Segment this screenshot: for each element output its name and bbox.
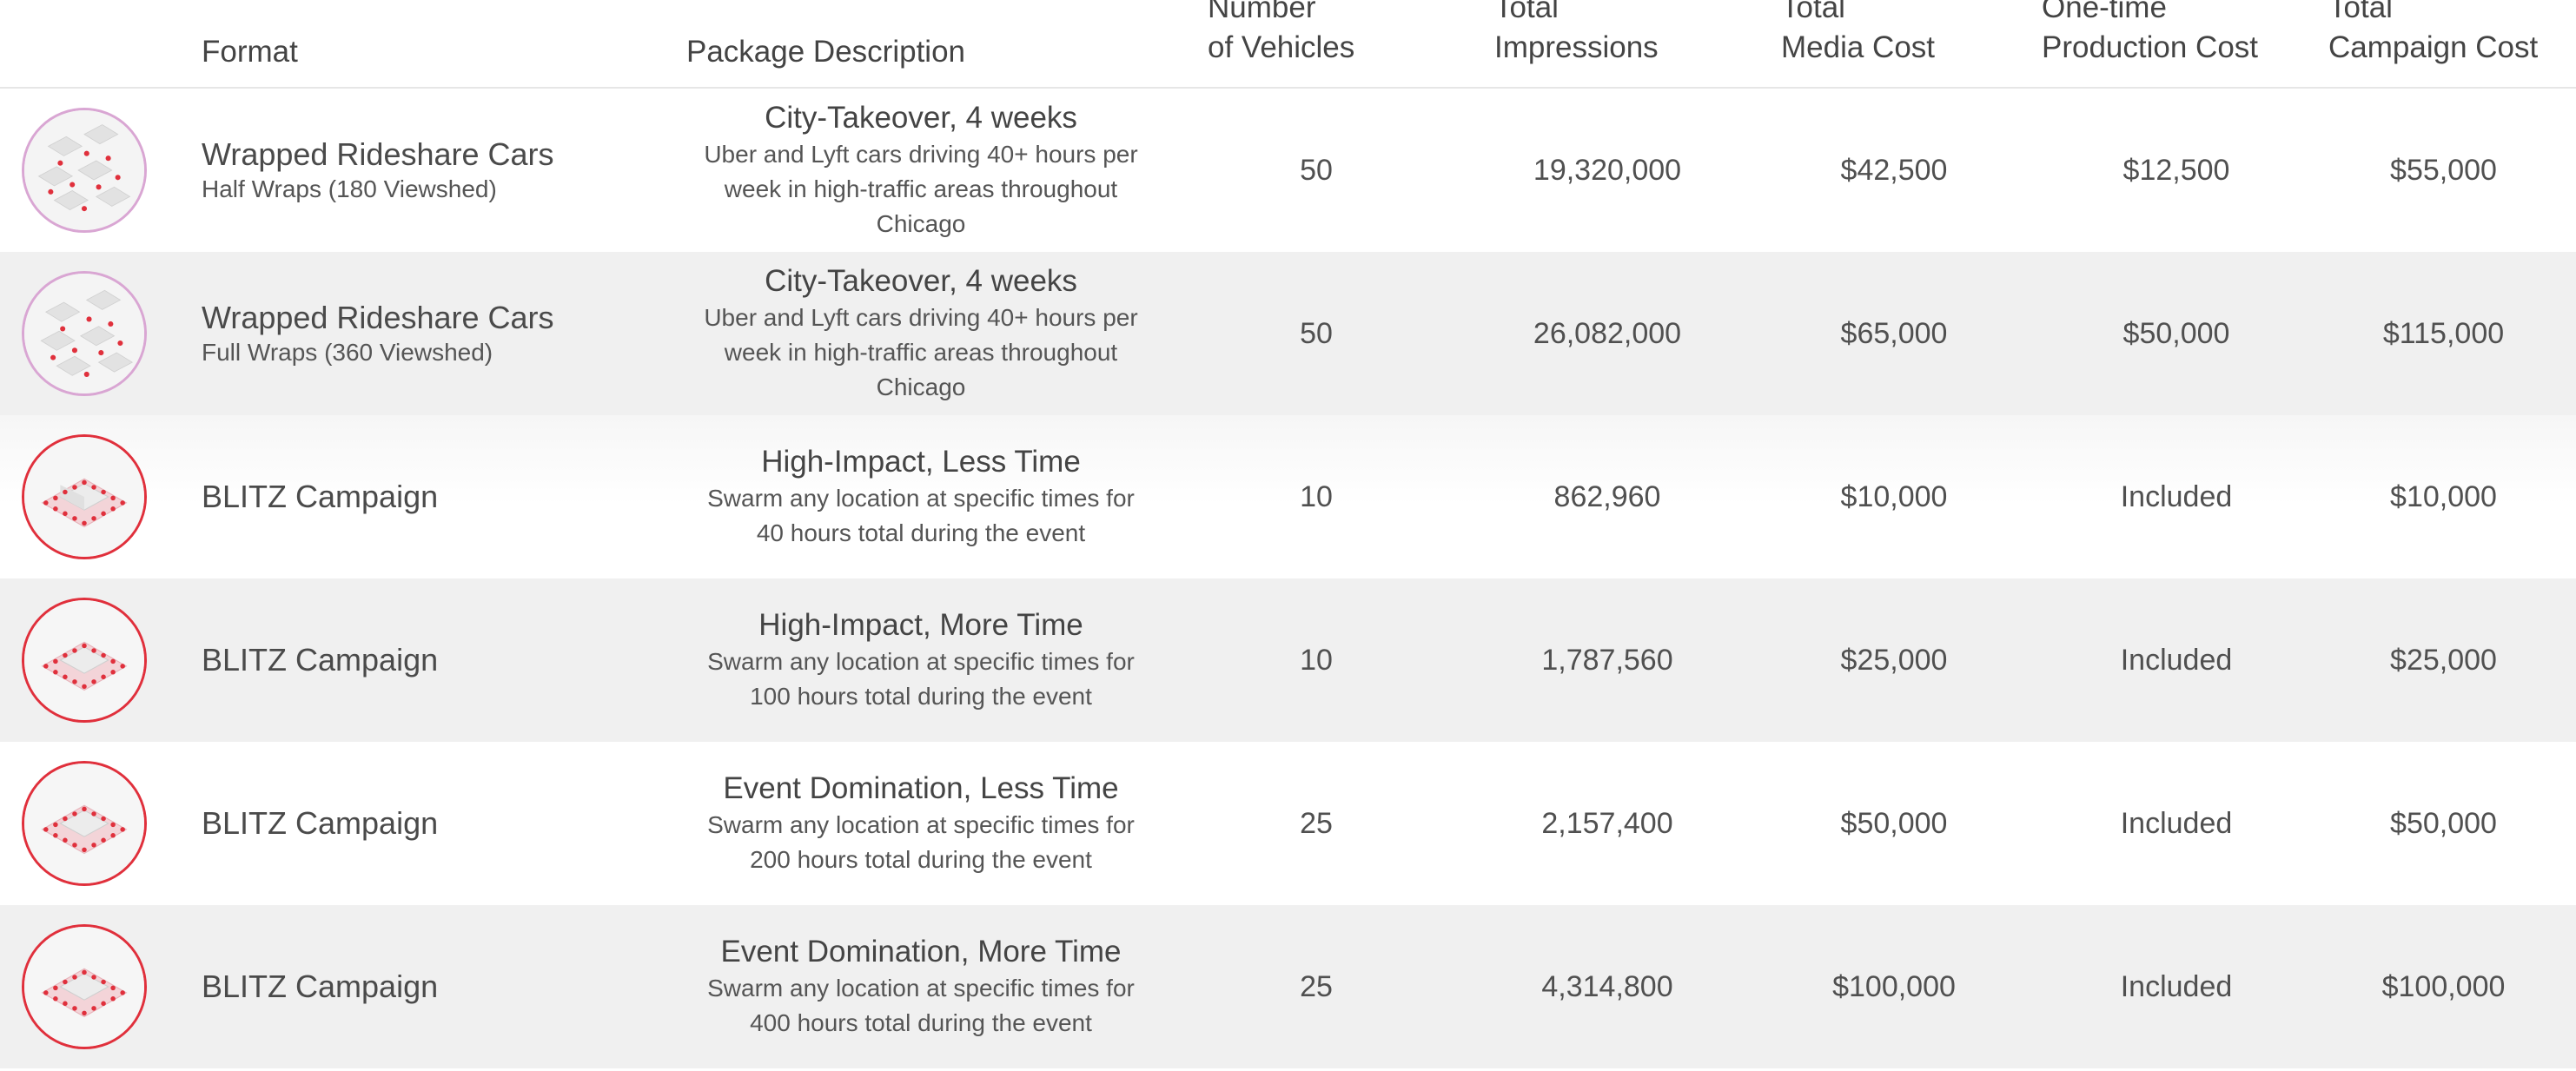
package-desc-line: Chicago [876, 210, 966, 237]
table-row: Wrapped Rideshare Cars Half Wraps (180 V… [0, 89, 2576, 252]
header-impressions: Total Impressions [1494, 0, 1659, 64]
vehicles-cell: 25 [1300, 806, 1333, 840]
package-desc-line: 100 hours total during the event [750, 683, 1092, 710]
impressions-cell: 862,960 [1553, 479, 1661, 513]
table-row: BLITZ Campaign Event Domination, Less Ti… [0, 742, 2576, 905]
package-cell: High-Impact, More Time Swarm any locatio… [686, 578, 1156, 742]
header-format: Format [202, 35, 298, 69]
campaign-cost-cell: $55,000 [2390, 153, 2497, 187]
table-row: BLITZ Campaign Event Domination, More Ti… [0, 905, 2576, 1068]
header-campaign-cost: Total Campaign Cost [2328, 0, 2539, 64]
package-cell: City-Takeover, 4 weeks Uber and Lyft car… [686, 252, 1156, 415]
package-desc-line: Swarm any location at specific times for [707, 648, 1135, 675]
package-desc-line: Uber and Lyft cars driving 40+ hours per [704, 304, 1138, 331]
format-cell: BLITZ Campaign [202, 415, 438, 578]
package-desc-line: week in high-traffic areas throughout [724, 339, 1118, 366]
header-production-cost: One-time Production Cost [2042, 0, 2259, 64]
blitz-swarm-icon [22, 434, 147, 559]
blitz-swarm-icon [22, 761, 147, 886]
header-package: Package Description [686, 35, 965, 69]
impressions-cell: 26,082,000 [1533, 316, 1682, 350]
format-cell: BLITZ Campaign [202, 905, 438, 1068]
header-vehicles: Number of Vehicles [1208, 0, 1355, 64]
package-cell: High-Impact, Less Time Swarm any locatio… [686, 415, 1156, 578]
vehicles-cell: 10 [1300, 479, 1333, 513]
vehicles-cell: 10 [1300, 643, 1333, 677]
campaign-cost-cell: $25,000 [2390, 643, 2497, 677]
impressions-cell: 19,320,000 [1533, 153, 1682, 187]
media-cost-cell: $25,000 [1840, 643, 1948, 677]
format-name: BLITZ Campaign [202, 969, 439, 1004]
package-title: High-Impact, More Time [758, 608, 1083, 642]
table-row: BLITZ Campaign High-Impact, Less Time Sw… [0, 415, 2576, 578]
header-media-cost: Total Media Cost [1781, 0, 1936, 64]
format-name: BLITZ Campaign [202, 479, 439, 514]
pricing-table: Format Package Description Number of Veh… [0, 0, 2576, 1071]
media-cost-cell: $42,500 [1840, 153, 1948, 187]
package-title: Event Domination, Less Time [723, 771, 1119, 805]
production-cost-cell: Included [2120, 643, 2233, 677]
table-row: BLITZ Campaign High-Impact, More Time Sw… [0, 578, 2576, 742]
vehicles-cell: 50 [1300, 153, 1333, 187]
production-cost-cell: $12,500 [2122, 153, 2230, 187]
package-cell: Event Domination, More Time Swarm any lo… [686, 905, 1156, 1068]
blitz-swarm-icon [22, 924, 147, 1049]
production-cost-cell: Included [2120, 969, 2233, 1003]
impressions-cell: 1,787,560 [1541, 643, 1673, 677]
vehicles-cell: 50 [1300, 316, 1333, 350]
campaign-cost-cell: $100,000 [2381, 969, 2506, 1003]
format-name: BLITZ Campaign [202, 805, 439, 841]
table-row: Wrapped Rideshare Cars Full Wraps (360 V… [0, 252, 2576, 415]
media-cost-cell: $10,000 [1840, 479, 1948, 513]
media-cost-cell: $100,000 [1832, 969, 1956, 1003]
package-desc-line: Swarm any location at specific times for [707, 811, 1135, 838]
format-subtitle: Half Wraps (180 Viewshed) [202, 175, 497, 202]
format-cell: Wrapped Rideshare Cars Full Wraps (360 V… [202, 252, 554, 415]
package-title: Event Domination, More Time [720, 935, 1122, 969]
format-name: BLITZ Campaign [202, 642, 439, 678]
campaign-cost-cell: $115,000 [2382, 316, 2505, 350]
table-body: Wrapped Rideshare Cars Half Wraps (180 V… [0, 89, 2576, 1068]
package-cell: Event Domination, Less Time Swarm any lo… [686, 742, 1156, 905]
package-title: City-Takeover, 4 weeks [765, 264, 1077, 298]
wrapped-car-map-icon [22, 271, 147, 396]
package-title: City-Takeover, 4 weeks [765, 101, 1077, 135]
media-cost-cell: $65,000 [1840, 316, 1948, 350]
media-cost-cell: $50,000 [1840, 806, 1948, 840]
package-desc-line: Chicago [876, 374, 966, 400]
format-subtitle: Full Wraps (360 Viewshed) [202, 339, 493, 366]
format-name: Wrapped Rideshare Cars [202, 136, 554, 172]
format-cell: Wrapped Rideshare Cars Half Wraps (180 V… [202, 89, 554, 252]
package-title: High-Impact, Less Time [761, 445, 1081, 479]
package-desc-line: 200 hours total during the event [750, 846, 1092, 873]
package-desc-line: 40 hours total during the event [756, 519, 1086, 546]
package-desc-line: Swarm any location at specific times for [707, 485, 1135, 512]
campaign-cost-cell: $10,000 [2390, 479, 2497, 513]
package-cell: City-Takeover, 4 weeks Uber and Lyft car… [686, 89, 1156, 252]
format-name: Wrapped Rideshare Cars [202, 300, 554, 335]
production-cost-cell: $50,000 [2122, 316, 2230, 350]
package-desc-line: week in high-traffic areas throughout [724, 175, 1118, 202]
package-desc-line: Uber and Lyft cars driving 40+ hours per [704, 141, 1138, 168]
campaign-cost-cell: $50,000 [2390, 806, 2497, 840]
package-desc-line: Swarm any location at specific times for [707, 975, 1135, 1002]
wrapped-car-map-icon [22, 108, 147, 233]
production-cost-cell: Included [2120, 806, 2233, 840]
impressions-cell: 4,314,800 [1541, 969, 1673, 1003]
format-cell: BLITZ Campaign [202, 578, 438, 742]
vehicles-cell: 25 [1300, 969, 1333, 1003]
format-cell: BLITZ Campaign [202, 742, 438, 905]
table-header: Format Package Description Number of Veh… [0, 0, 2576, 89]
production-cost-cell: Included [2120, 479, 2233, 513]
impressions-cell: 2,157,400 [1541, 806, 1673, 840]
blitz-swarm-icon [22, 598, 147, 723]
package-desc-line: 400 hours total during the event [750, 1009, 1092, 1036]
